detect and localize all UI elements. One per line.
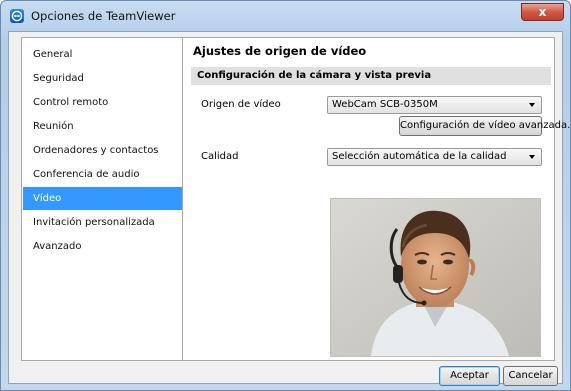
sidebar-item-invitacion-personalizada[interactable]: Invitación personalizada xyxy=(23,211,184,234)
video-preview xyxy=(330,198,541,357)
sidebar-item-conferencia-audio[interactable]: Conferencia de audio xyxy=(23,163,184,186)
sidebar: General Seguridad Control remoto Reunión… xyxy=(21,37,186,361)
sidebar-item-reunion[interactable]: Reunión xyxy=(23,115,184,138)
sidebar-item-video[interactable]: Vídeo xyxy=(23,187,184,210)
quality-label: Calidad xyxy=(201,151,239,162)
video-source-select[interactable]: WebCam SCB-0350M xyxy=(327,96,542,114)
accept-button[interactable]: Aceptar xyxy=(439,366,500,386)
sidebar-item-general[interactable]: General xyxy=(23,43,184,66)
chevron-down-icon xyxy=(529,103,535,107)
sidebar-item-ordenadores-contactos[interactable]: Ordenadores y contactos xyxy=(23,139,184,162)
video-source-label: Origen de vídeo xyxy=(201,99,281,110)
close-icon: x xyxy=(538,5,547,19)
sidebar-item-avanzado[interactable]: Avanzado xyxy=(23,235,184,258)
sidebar-item-control-remoto[interactable]: Control remoto xyxy=(23,91,184,114)
close-button[interactable]: x xyxy=(521,3,564,21)
advanced-video-settings-button[interactable]: Configuración de vídeo avanzada... xyxy=(399,116,571,136)
cancel-button[interactable]: Cancelar xyxy=(503,366,558,386)
window-title: Opciones de TeamViewer xyxy=(31,9,176,23)
panel-title: Ajustes de origen de vídeo xyxy=(193,44,367,58)
dialog-client-area: General Seguridad Control remoto Reunión… xyxy=(8,31,571,386)
webcam-preview-image xyxy=(331,199,540,356)
video-source-value: WebCam SCB-0350M xyxy=(332,99,438,110)
quality-value: Selección automática de la calidad xyxy=(332,151,507,162)
chevron-down-icon xyxy=(529,155,535,159)
title-bar[interactable]: Opciones de TeamViewer x xyxy=(1,1,570,31)
sidebar-item-seguridad[interactable]: Seguridad xyxy=(23,67,184,90)
section-header: Configuración de la cámara y vista previ… xyxy=(191,67,551,85)
teamviewer-logo-icon xyxy=(10,9,24,23)
quality-select[interactable]: Selección automática de la calidad xyxy=(327,148,542,166)
options-window: Opciones de TeamViewer x General Segurid… xyxy=(0,0,571,391)
settings-panel: Ajustes de origen de vídeo Configuración… xyxy=(182,37,571,361)
